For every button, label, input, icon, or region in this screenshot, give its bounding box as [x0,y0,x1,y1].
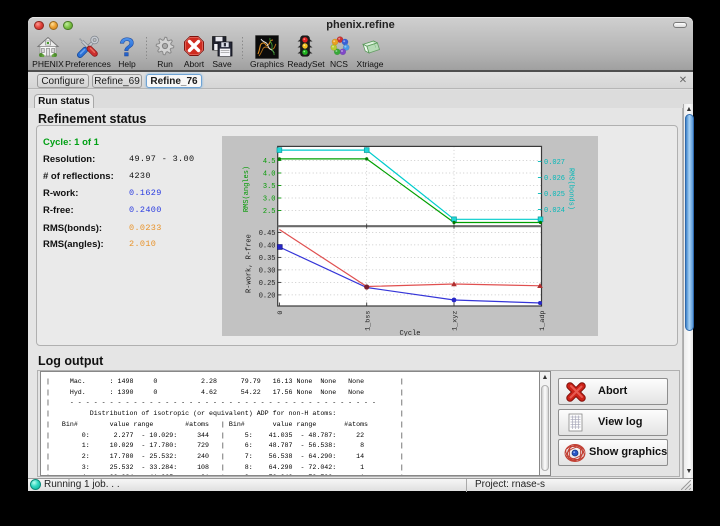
svg-text:1_adp: 1_adp [539,311,547,331]
svg-text:0.30: 0.30 [259,267,276,275]
svg-text:RMS(angles): RMS(angles) [243,166,251,212]
svg-text:4.5: 4.5 [263,158,276,166]
svg-text:0.35: 0.35 [259,255,276,263]
svg-text:RMS(bonds): RMS(bonds) [567,168,575,210]
svg-text:3.5: 3.5 [263,183,276,191]
svg-text:1_bss: 1_bss [364,311,372,331]
svg-text:0.027: 0.027 [544,159,565,167]
svg-text:4.0: 4.0 [263,171,276,179]
svg-text:1_xyz: 1_xyz [452,311,460,331]
svg-text:0: 0 [277,311,285,315]
svg-text:?: ? [119,35,135,59]
svg-text:3.0: 3.0 [263,196,276,204]
svg-text:Cycle: Cycle [399,330,420,336]
svg-text:0.25: 0.25 [259,280,276,288]
svg-text:2.5: 2.5 [263,208,276,216]
svg-text:0.026: 0.026 [544,175,565,183]
svg-text:0.20: 0.20 [259,292,276,300]
svg-text:0.024: 0.024 [544,207,565,215]
svg-text:R-work, R-free: R-work, R-free [246,234,254,293]
svg-text:0.45: 0.45 [259,230,276,238]
svg-text:0.025: 0.025 [544,191,565,199]
svg-text:0.40: 0.40 [259,242,276,250]
